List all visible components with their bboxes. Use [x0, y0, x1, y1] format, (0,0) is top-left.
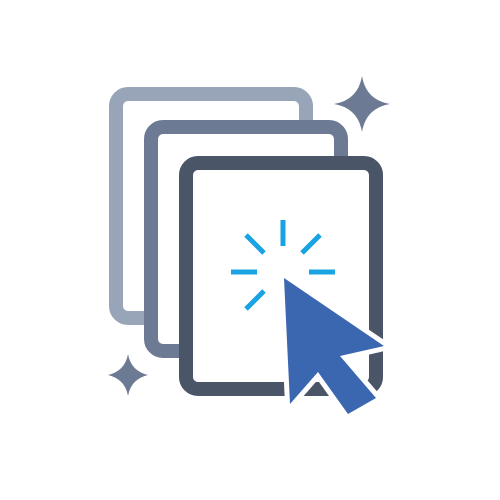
sparkle-large-icon — [334, 76, 390, 132]
icon-canvas — [0, 0, 500, 500]
stacked-pages-click-icon — [108, 76, 390, 419]
sparkle-small-icon — [108, 354, 148, 396]
